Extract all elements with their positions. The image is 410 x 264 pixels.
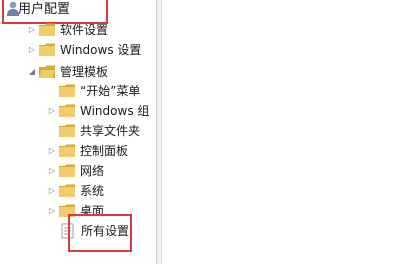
tree-node-label: 用户配置 xyxy=(18,2,71,17)
tree-node-label: Windows 设置 xyxy=(60,43,142,57)
tree-node-label: Windows 组 xyxy=(80,104,150,118)
folder-icon xyxy=(59,104,75,117)
folder-icon xyxy=(59,164,75,177)
folder-icon xyxy=(39,23,55,36)
expand-arrow-icon[interactable]: ▷ xyxy=(27,40,37,60)
expand-arrow-icon[interactable]: ▷ xyxy=(47,101,57,121)
tree-node-label: 管理模板 xyxy=(60,65,109,79)
expand-arrow-icon[interactable]: ▷ xyxy=(47,201,57,221)
tree-node-label: 控制面板 xyxy=(80,144,129,158)
tree-pane: 用户配置 ▷ 软件设置 ▷ Windows 设置 ◢ 管理模板 “开始”菜单 ▷… xyxy=(0,0,156,264)
expand-arrow-icon[interactable]: ▷ xyxy=(27,20,37,40)
expand-arrow-icon[interactable]: ▷ xyxy=(47,141,57,161)
tree-node-label: 所有设置 xyxy=(81,224,130,238)
details-pane xyxy=(162,0,410,264)
folder-icon xyxy=(59,144,75,157)
folder-icon xyxy=(59,124,75,137)
expand-arrow-icon[interactable]: ▷ xyxy=(47,181,57,201)
tree-node-label: 共享文件夹 xyxy=(80,124,141,138)
folder-icon xyxy=(59,84,75,97)
tree-node-label: 软件设置 xyxy=(60,23,109,37)
folder-icon xyxy=(39,43,55,56)
tree-node-label: “开始”菜单 xyxy=(80,84,141,98)
collapse-arrow-icon[interactable]: ◢ xyxy=(27,62,37,82)
folder-icon xyxy=(59,184,75,197)
folder-open-icon xyxy=(39,65,55,78)
tree-node-label: 系统 xyxy=(80,184,105,198)
tree-node-label: 网络 xyxy=(80,164,105,178)
expand-arrow-icon[interactable]: ▷ xyxy=(47,161,57,181)
